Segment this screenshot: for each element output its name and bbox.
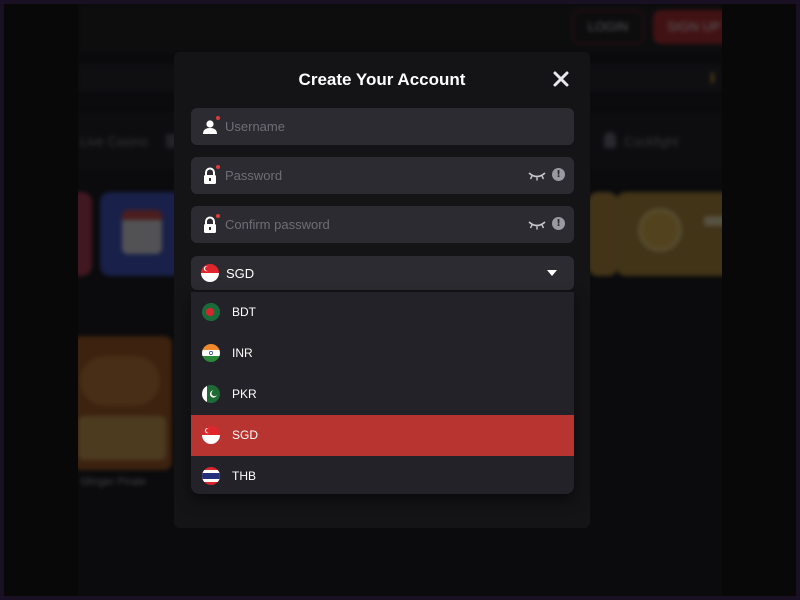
currency-option-pkr[interactable]: PKR xyxy=(191,374,574,415)
currency-option-sgd[interactable]: SGD xyxy=(191,415,574,456)
currency-dropdown: BDT INR PKR SGD THB xyxy=(191,292,574,494)
bangladesh-flag-icon xyxy=(202,303,220,321)
india-flag-icon xyxy=(202,344,220,362)
currency-option-label: INR xyxy=(232,346,253,360)
singapore-flag-icon xyxy=(201,264,219,282)
thailand-flag-icon xyxy=(202,467,220,485)
currency-option-label: THB xyxy=(232,469,256,483)
confirm-password-input[interactable] xyxy=(225,206,515,243)
eye-closed-icon[interactable] xyxy=(528,168,546,182)
info-icon[interactable]: ! xyxy=(552,217,565,230)
selected-currency: SGD xyxy=(226,266,255,281)
required-indicator xyxy=(216,214,220,218)
currency-option-inr[interactable]: INR xyxy=(191,333,574,374)
info-icon[interactable]: ! xyxy=(552,168,565,181)
password-field[interactable]: ! xyxy=(191,157,574,194)
currency-option-label: SGD xyxy=(232,428,259,442)
currency-select[interactable]: SGD xyxy=(191,256,574,290)
confirm-password-field[interactable]: ! xyxy=(191,206,574,243)
close-icon xyxy=(553,71,569,87)
create-account-modal: Create Your Account ! xyxy=(174,52,590,528)
singapore-flag-icon xyxy=(202,426,220,444)
lock-icon xyxy=(204,167,216,184)
pakistan-flag-icon xyxy=(202,385,220,403)
required-indicator xyxy=(216,116,220,120)
eye-closed-icon[interactable] xyxy=(528,217,546,231)
required-indicator xyxy=(216,165,220,169)
username-input[interactable] xyxy=(225,108,515,145)
user-icon xyxy=(203,120,217,134)
lock-icon xyxy=(204,216,216,233)
password-input[interactable] xyxy=(225,157,515,194)
currency-option-label: PKR xyxy=(232,387,257,401)
currency-option-bdt[interactable]: BDT xyxy=(191,292,574,333)
modal-title: Create Your Account xyxy=(298,70,466,89)
chevron-down-icon xyxy=(547,270,557,276)
currency-option-label: BDT xyxy=(232,305,256,319)
close-button[interactable] xyxy=(550,68,572,90)
username-field[interactable] xyxy=(191,108,574,145)
currency-option-thb[interactable]: THB xyxy=(191,456,574,494)
